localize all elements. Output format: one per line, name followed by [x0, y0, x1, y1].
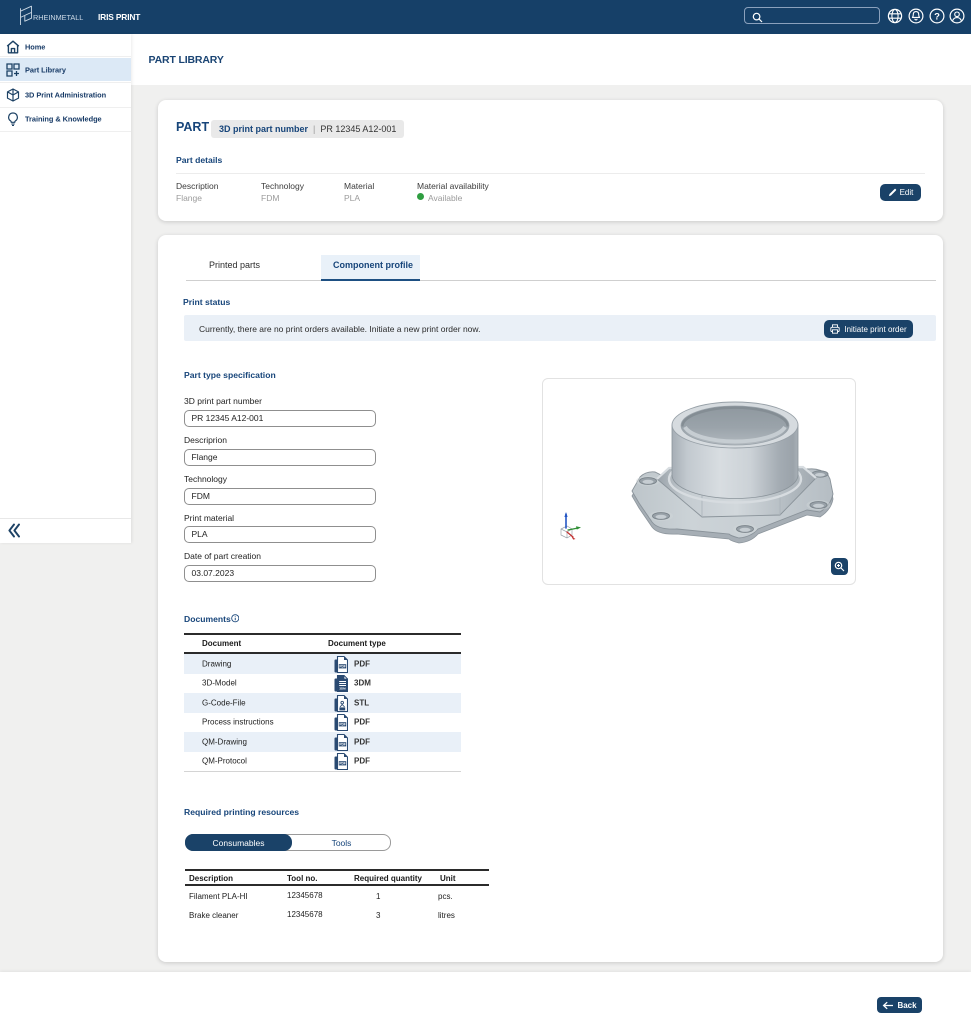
svg-text:3DM: 3DM [339, 687, 346, 691]
svg-text:?: ? [934, 11, 940, 22]
svg-text:PDF: PDF [339, 723, 345, 727]
svg-text:PDF: PDF [339, 742, 345, 746]
svg-text:PDF: PDF [339, 664, 345, 668]
svg-text:PDF: PDF [339, 762, 345, 766]
